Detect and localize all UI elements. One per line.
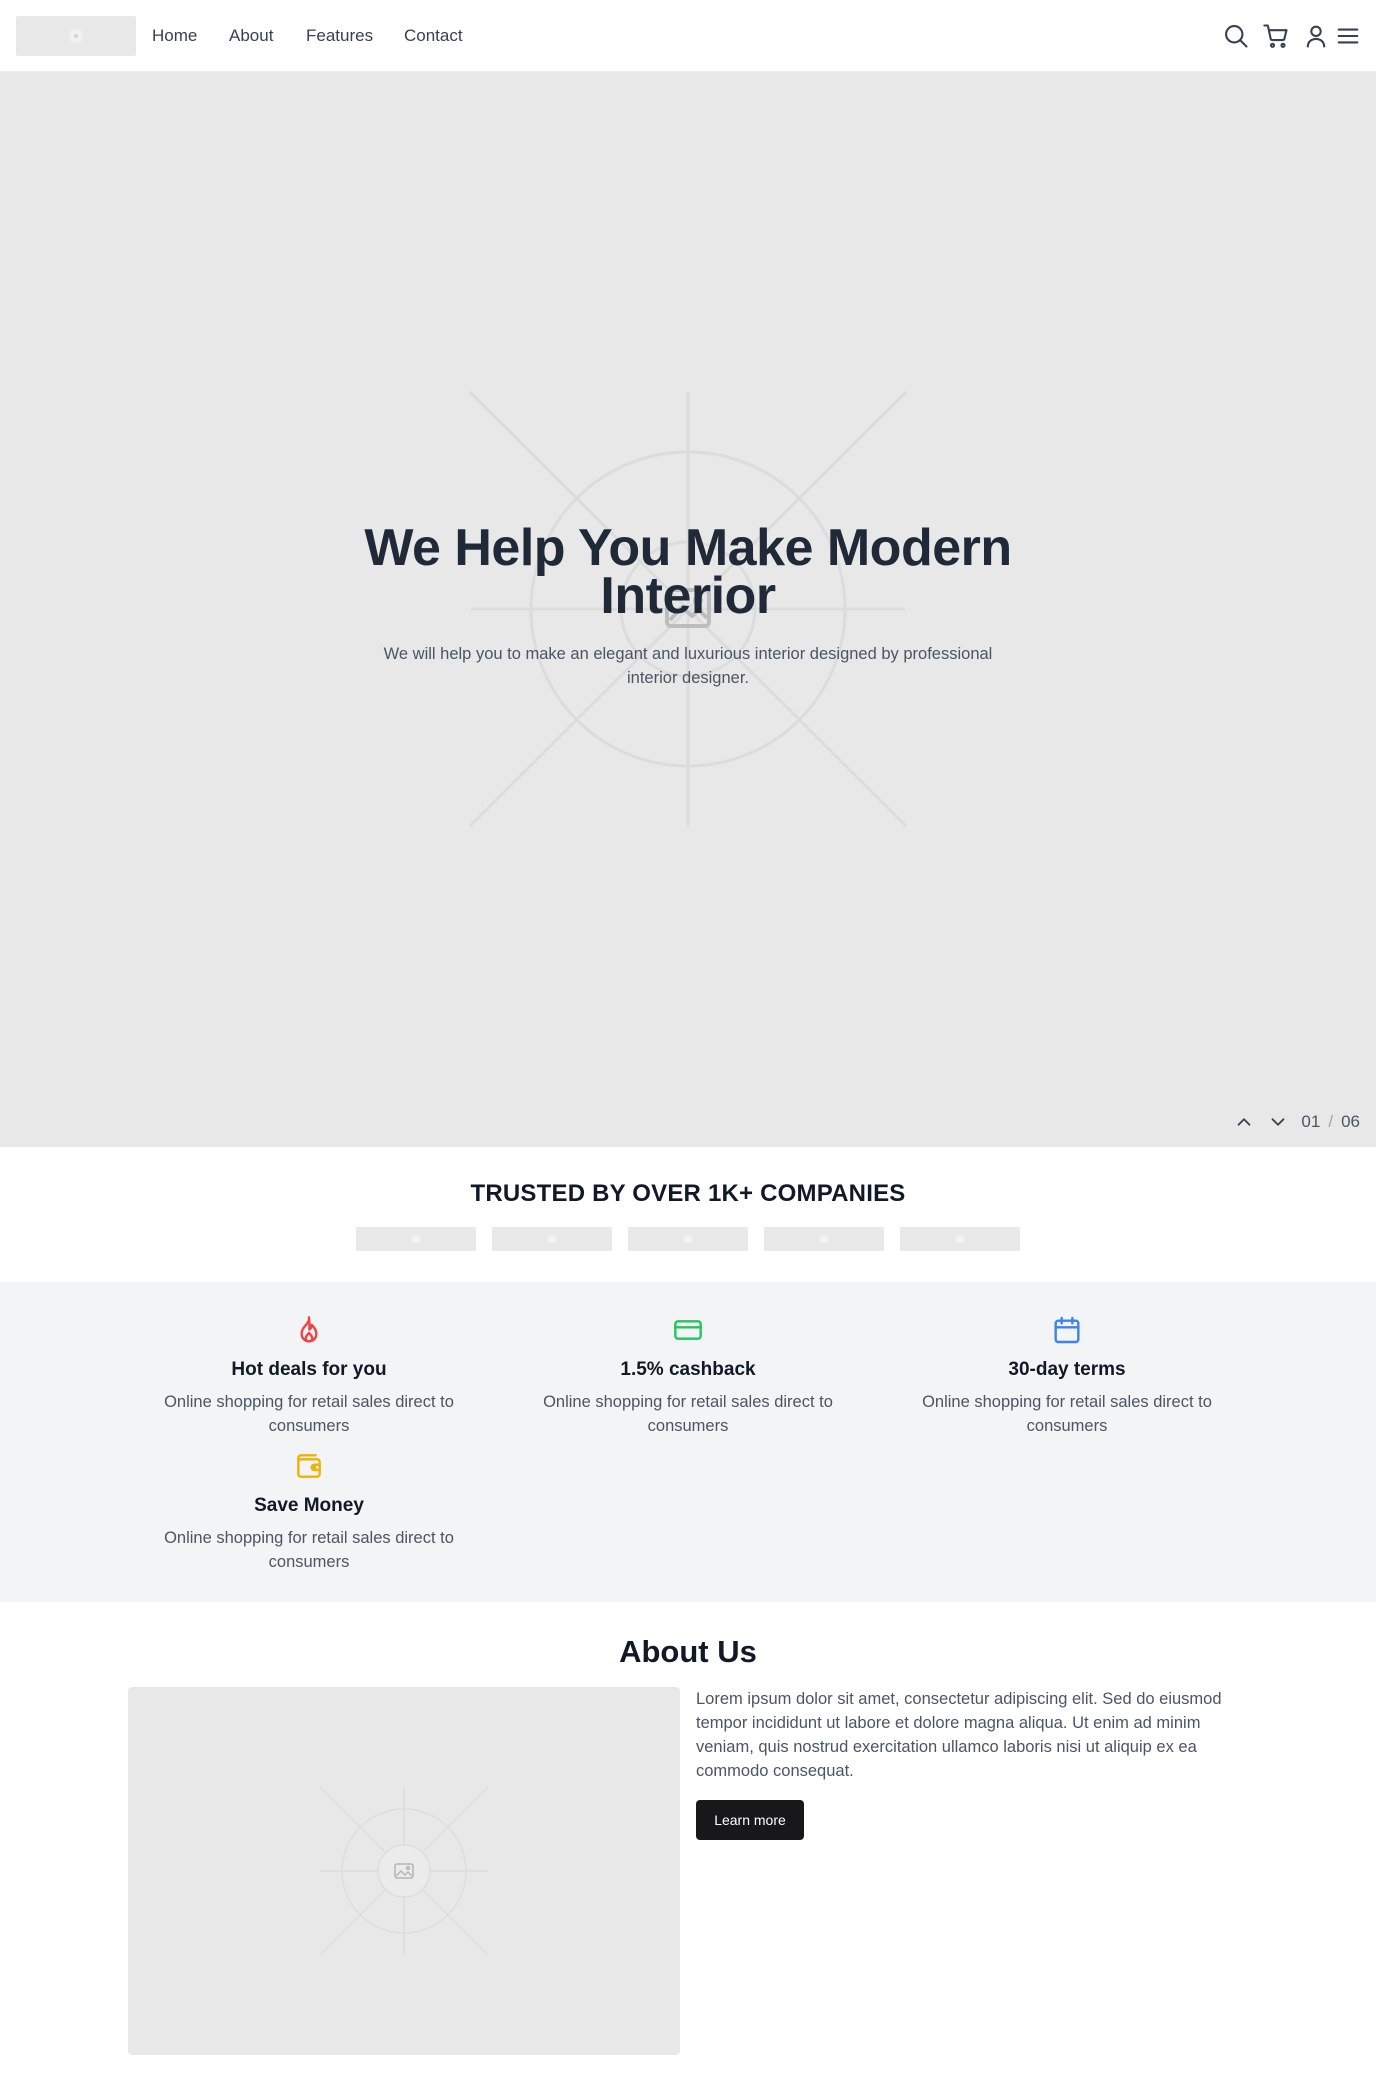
company-logo — [764, 1227, 884, 1251]
about-text: Lorem ipsum dolor sit amet, consectetur … — [696, 1690, 1222, 1780]
feature-description: Online shopping for retail sales direct … — [922, 1393, 1212, 1435]
about-title: About Us — [619, 1634, 757, 1669]
slide-current: 01 — [1301, 1112, 1321, 1131]
feature-title: Save Money — [254, 1495, 364, 1516]
chevron-down-icon[interactable] — [1267, 1111, 1289, 1133]
feature-item: 30-day terms Online shopping for retail … — [907, 1314, 1227, 1438]
menu-icon[interactable] — [1334, 22, 1362, 50]
logo-placeholder[interactable] — [16, 16, 136, 56]
feature-item: Save Money Online shopping for retail sa… — [149, 1450, 469, 1574]
user-icon[interactable] — [1302, 22, 1330, 50]
feature-title: Hot deals for you — [231, 1359, 387, 1380]
feature-title: 30-day terms — [1008, 1359, 1126, 1380]
trusted-title: TRUSTED BY OVER 1K+ COMPANIES — [470, 1180, 906, 1207]
chevron-up-icon[interactable] — [1233, 1111, 1255, 1133]
feature-item: 1.5% cashback Online shopping for retail… — [528, 1314, 848, 1438]
hero-subtitle: We will help you to make an elegant and … — [383, 645, 993, 687]
nav-link-contact[interactable]: Contact — [404, 26, 463, 46]
nav-link-features[interactable]: Features — [306, 26, 373, 46]
feature-description: Online shopping for retail sales direct … — [543, 1393, 833, 1435]
company-logo — [492, 1227, 612, 1251]
site-header: Home About Features Contact — [0, 0, 1376, 72]
nav-link-about[interactable]: About — [229, 26, 273, 46]
company-logo — [900, 1227, 1020, 1251]
slide-separator: / — [1328, 1112, 1334, 1131]
learn-more-button[interactable]: Learn more — [696, 1800, 804, 1840]
flame-icon — [293, 1314, 325, 1346]
about-image-placeholder — [128, 1687, 680, 2055]
feature-item: Hot deals for you Online shopping for re… — [149, 1314, 469, 1438]
credit-card-icon — [672, 1314, 704, 1346]
trusted-section: TRUSTED BY OVER 1K+ COMPANIES — [0, 1147, 1376, 1282]
search-icon[interactable] — [1222, 22, 1250, 50]
company-logo — [628, 1227, 748, 1251]
feature-description: Online shopping for retail sales direct … — [164, 1393, 454, 1435]
nav-link-home[interactable]: Home — [152, 26, 197, 46]
slide-total: 06 — [1341, 1112, 1360, 1131]
cart-icon[interactable] — [1262, 22, 1290, 50]
feature-title: 1.5% cashback — [620, 1359, 756, 1380]
feature-description: Online shopping for retail sales direct … — [164, 1529, 454, 1571]
about-section: About Us Lorem ipsum dolor sit amet, con… — [0, 1602, 1376, 2087]
slider-controls: 01 / 06 — [1233, 1110, 1360, 1134]
hero-title: We Help You Make Modern Interior — [364, 519, 1012, 625]
company-logo — [356, 1227, 476, 1251]
features-section: Hot deals for you Online shopping for re… — [0, 1282, 1376, 1602]
calendar-icon — [1051, 1314, 1083, 1346]
wallet-icon — [293, 1450, 325, 1482]
hero-section: We Help You Make Modern Interior We will… — [0, 72, 1376, 1147]
